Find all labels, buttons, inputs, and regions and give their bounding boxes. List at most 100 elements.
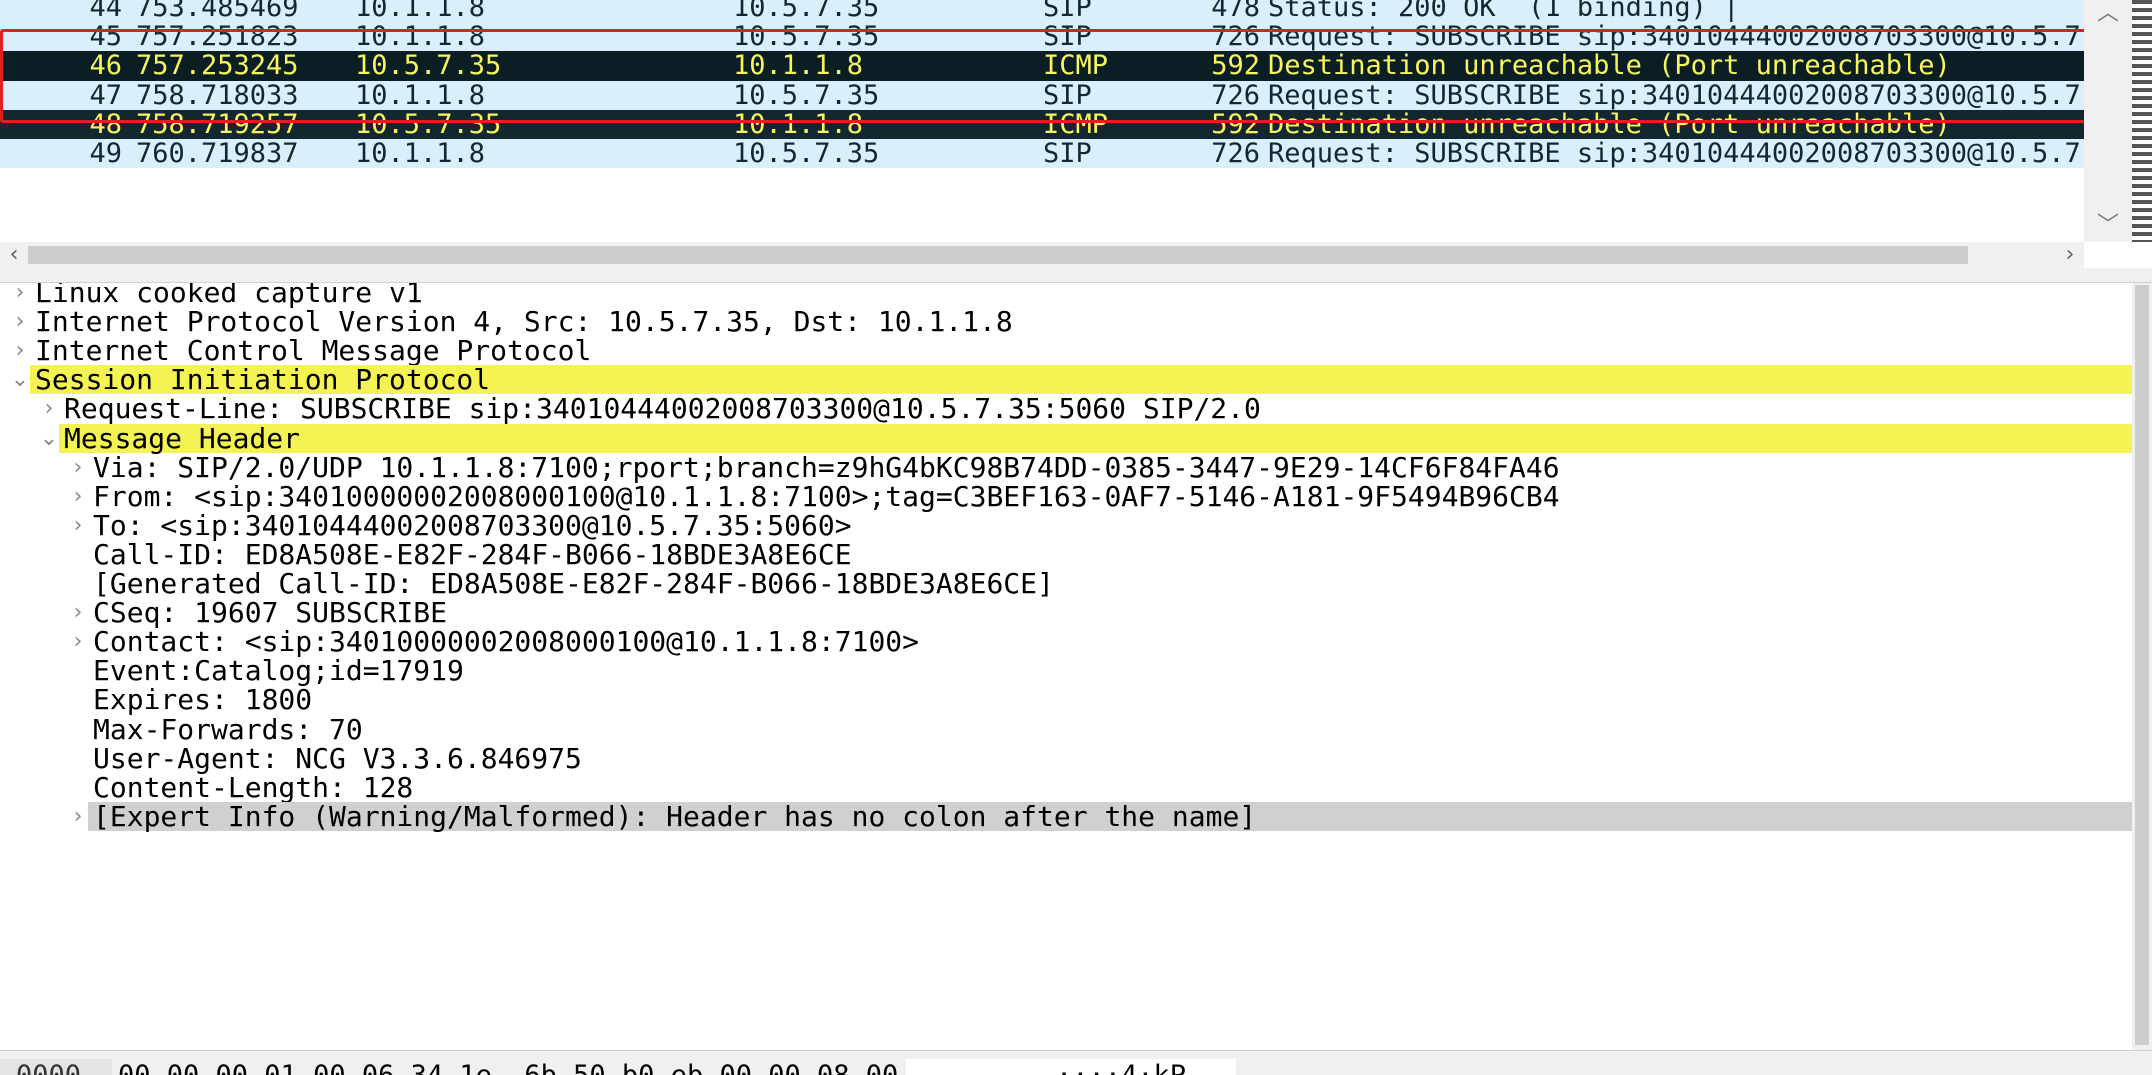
packet-cell-len: 726 [1211, 22, 1260, 52]
collapsed-chevron-icon[interactable]: › [66, 482, 90, 511]
expanded-chevron-icon[interactable]: ⌄ [8, 365, 32, 394]
packet-cell-info: Request: SUBSCRIBE sip:34010444002008703… [1268, 80, 2081, 110]
tree-item[interactable]: Content-Length: 128 [0, 773, 2132, 802]
packet-cell-src: 10.1.1.8 [355, 80, 486, 110]
tree-item[interactable]: › CSeq: 19607 SUBSCRIBE [0, 598, 2132, 627]
collapsed-chevron-icon[interactable]: › [8, 283, 32, 307]
scroll-up-icon[interactable]: ︿ [2084, 0, 2132, 28]
packet-cell-dst: 10.5.7.35 [733, 139, 880, 169]
tree-item-label: Max-Forwards: 70 [93, 712, 363, 746]
packet-cell-dst: 10.1.1.8 [733, 109, 864, 139]
scroll-left-icon[interactable]: ‹ [0, 242, 28, 268]
packet-row[interactable]: 47 758.718033 10.1.1.8 10.5.7.35 SIP 726 Reque… [0, 80, 2084, 110]
details-vertical-scrollbar[interactable] [2132, 283, 2152, 1050]
tree-item[interactable]: Max-Forwards: 70 [0, 712, 2132, 746]
tree-item[interactable]: › Via: SIP/2.0/UDP 10.1.1.8:7100;rport;br… [0, 450, 2132, 484]
tree-item[interactable]: ⌄ Message Header [0, 421, 2132, 455]
packet-row[interactable]: 44 753.485469 10.1.1.8 10.5.7.35 SIP 478 Statu… [0, 0, 2084, 22]
tree-item-label: User-Agent: NCG V3.3.6.846975 [93, 741, 582, 775]
packet-details-tree[interactable]: › Linux cooked capture v1 › Internet Protoc… [0, 283, 2132, 1050]
packet-list[interactable]: 44 753.485469 10.1.1.8 10.5.7.35 SIP 478 Statu… [0, 0, 2084, 242]
tree-item[interactable]: › Contact: <sip:34010000002008000100@10.1… [0, 627, 2132, 656]
collapsed-chevron-icon[interactable]: › [66, 598, 90, 627]
packet-cell-info: Request: SUBSCRIBE sip:34010444002008703… [1268, 22, 2081, 52]
packet-row[interactable]: 48 758.719257 10.5.7.35 10.1.1.8 ICMP 592 Dest… [0, 109, 2084, 139]
packet-row[interactable]: 46 757.253245 10.5.7.35 10.1.1.8 ICMP 592 Dest… [0, 51, 2084, 81]
packet-cell-info: Destination unreachable (Port unreachabl… [1268, 109, 1951, 139]
bytes-hex[interactable]: 00 00 00 01 00 06 34 1e 6b 50 b0 eb 00 0… [118, 1059, 898, 1075]
tree-item-label: Call-ID: ED8A508E-E82F-284F-B066-18BDE3A… [93, 537, 852, 571]
tree-item-label: [Generated Call-ID: ED8A508E-E82F-284F-B… [93, 567, 1054, 600]
tree-item-label: Linux cooked capture v1 [35, 283, 423, 309]
collapsed-chevron-icon[interactable]: › [8, 307, 32, 336]
expanded-chevron-icon[interactable]: ⌄ [37, 424, 61, 453]
tree-item[interactable]: Call-ID: ED8A508E-E82F-284F-B066-18BDE3A… [0, 540, 2132, 569]
packet-list-horizontal-scrollbar[interactable]: ‹ › [0, 242, 2084, 269]
tree-item[interactable]: › From: <sip:34010000002008000100@10.1.1.… [0, 482, 2132, 511]
tree-item-label: Internet Control Message Protocol [35, 334, 592, 368]
tree-item-label: Request-Line: SUBSCRIBE sip:340104440020… [64, 392, 1261, 426]
bytes-offset: 0000 [0, 1059, 112, 1075]
tree-item[interactable]: › Linux cooked capture v1 [0, 283, 2132, 307]
tree-item[interactable]: User-Agent: NCG V3.3.6.846975 [0, 741, 2132, 775]
tree-item[interactable]: [Generated Call-ID: ED8A508E-E82F-284F-B… [0, 569, 2132, 598]
tree-item-label: Content-Length: 128 [93, 770, 414, 804]
collapsed-chevron-icon[interactable]: › [66, 511, 90, 540]
packet-cell-time: 753.485469 [136, 0, 299, 23]
pane-splitter[interactable] [0, 268, 2152, 283]
tree-item-label: Internet Protocol Version 4, Src: 10.5.7… [35, 305, 1013, 339]
packet-cell-time: 760.719837 [136, 139, 299, 169]
tree-item[interactable]: Event:Catalog;id=17919 [0, 656, 2132, 685]
packet-cell-no: 47 [89, 80, 122, 110]
packet-cell-dst: 10.5.7.35 [733, 0, 880, 23]
tree-item-label: Via: SIP/2.0/UDP 10.1.1.8:7100;rport;bra… [93, 450, 1560, 484]
packet-cell-info: Destination unreachable (Port unreachabl… [1268, 51, 1951, 81]
scrollbar-thumb[interactable] [2135, 285, 2149, 1045]
tree-item-label: [Expert Info (Warning/Malformed): Header… [93, 799, 1257, 833]
packet-row[interactable]: 45 757.251823 10.1.1.8 10.5.7.35 SIP 726 Reque… [0, 22, 2084, 51]
packet-row[interactable]: 49 760.719837 10.1.1.8 10.5.7.35 SIP 726 Reque… [0, 139, 2084, 168]
row-highlight [59, 423, 2132, 453]
packet-cell-time: 758.719257 [136, 109, 299, 139]
scroll-right-icon[interactable]: › [2056, 242, 2084, 268]
packet-cell-dst: 10.5.7.35 [733, 22, 880, 52]
packet-cell-info: Status: 200 OK (1 binding) | [1268, 0, 1740, 23]
packet-cell-no: 48 [89, 109, 122, 139]
packet-cell-src: 10.1.1.8 [355, 22, 486, 52]
collapsed-chevron-icon[interactable]: › [8, 336, 32, 365]
packet-cell-src: 10.1.1.8 [355, 0, 486, 23]
tree-item-label: Event:Catalog;id=17919 [93, 654, 464, 688]
collapsed-chevron-icon[interactable]: › [37, 394, 61, 423]
tree-item-label: Session Initiation Protocol [35, 363, 491, 397]
packet-cell-time: 757.253245 [136, 51, 299, 81]
tree-item[interactable]: › Internet Control Message Protocol [0, 336, 2132, 365]
packet-cell-len: 592 [1211, 51, 1260, 81]
packet-cell-time: 757.251823 [136, 22, 299, 52]
tree-item-label: CSeq: 19607 SUBSCRIBE [93, 596, 448, 630]
tree-item-label: Message Header [64, 421, 301, 455]
collapsed-chevron-icon[interactable]: › [66, 627, 90, 656]
tree-item[interactable]: Expires: 1800 [0, 685, 2132, 714]
tree-item[interactable]: › Request-Line: SUBSCRIBE sip:34010444002… [0, 394, 2132, 423]
scroll-down-icon[interactable]: ﹀ [2084, 212, 2132, 240]
bytes-ascii[interactable]: ····4·kP [906, 1059, 1236, 1075]
tree-item[interactable]: › [Expert Info (Warning/Malformed): Heade… [0, 802, 2132, 831]
packet-bytes-pane[interactable]: 0000 00 00 00 01 00 06 34 1e 6b 50 b0 eb… [0, 1050, 2152, 1075]
packet-cell-src: 10.1.1.8 [355, 139, 486, 169]
tree-item[interactable]: › To: <sip:34010444002008703300@10.5.7.35… [0, 511, 2132, 540]
tree-item[interactable]: › Internet Protocol Version 4, Src: 10.5.… [0, 307, 2132, 336]
collapsed-chevron-icon[interactable]: › [66, 453, 90, 482]
tree-item[interactable]: ⌄ Session Initiation Protocol [0, 365, 2132, 394]
collapsed-chevron-icon[interactable]: › [66, 802, 90, 831]
tree-item-label: To: <sip:34010444002008703300@10.5.7.35:… [93, 508, 852, 542]
packet-cell-len: 478 [1211, 0, 1260, 23]
tree-item-label: Expires: 1800 [93, 683, 313, 717]
packet-cell-no: 46 [89, 51, 122, 81]
scrollbar-thumb[interactable] [28, 246, 1968, 264]
tree-item-label: Contact: <sip:34010000002008000100@10.1.… [93, 625, 920, 659]
packet-cell-no: 44 [89, 0, 122, 23]
packet-cell-no: 45 [89, 22, 122, 52]
packet-list-vertical-scrollbar[interactable]: ︿ ﹀ [2084, 0, 2152, 242]
packet-cell-len: 726 [1211, 80, 1260, 110]
packet-cell-src: 10.5.7.35 [355, 109, 502, 139]
